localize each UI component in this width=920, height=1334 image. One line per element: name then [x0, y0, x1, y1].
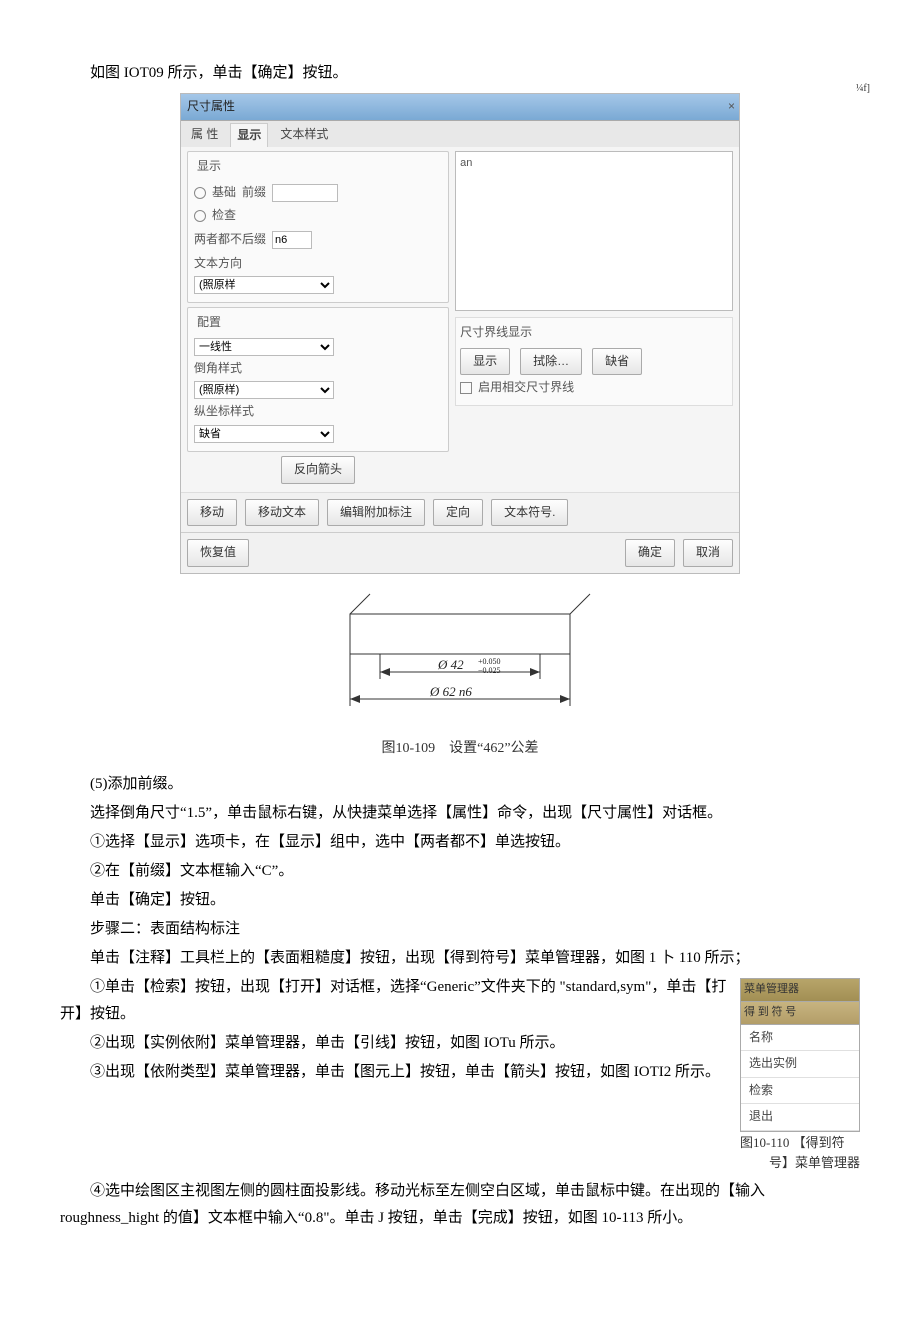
menu-manager: 菜单管理器 得 到 符 号 名称 选出实例 检索 退出	[740, 978, 860, 1132]
p-5: (5)添加前缀。	[60, 771, 860, 798]
radio-basic[interactable]	[194, 187, 206, 199]
close-icon[interactable]: ×	[728, 96, 735, 118]
menu-item-exit[interactable]: 退出	[741, 1104, 859, 1131]
dialog-figure: 尺寸属性 × 属 性 显示 文本样式 显示 基础 前缀	[180, 93, 740, 574]
menu-item-name[interactable]: 名称	[741, 1025, 859, 1052]
text-direction-label: 文本方向	[194, 253, 242, 275]
default-button[interactable]: 缺省	[592, 348, 642, 376]
dim1-value: Ø 42	[437, 657, 464, 672]
chamfer-style-select[interactable]: (照原样)	[194, 381, 334, 399]
radio-check[interactable]	[194, 210, 206, 222]
figure-caption-109: 图10-109 设置“462”公差	[320, 736, 600, 761]
ordinate-style-label: 纵坐标样式	[194, 401, 254, 423]
text-direction-select[interactable]: (照原样	[194, 276, 334, 294]
both-no-suffix-label: 两者都不后缀	[194, 229, 266, 251]
enable-intersect-label: 启用相交尺寸界线	[478, 377, 574, 399]
annotation-text-area[interactable]: an	[455, 151, 733, 311]
reverse-arrow-button[interactable]: 反向箭头	[281, 456, 355, 484]
show-button[interactable]: 显示	[460, 348, 510, 376]
intro-paragraph: 如图 IOT09 所示，单击【确定】按钮。	[60, 60, 860, 87]
radio-basic-label: 基础	[212, 182, 236, 204]
tolerance-drawing-svg: Ø 42 +0.050 −0.025 Ø 62 n6	[320, 584, 600, 724]
menu-item-retrieve[interactable]: 检索	[741, 1078, 859, 1105]
prefix-label: 前缀	[242, 182, 266, 204]
suffix-input[interactable]	[272, 231, 312, 249]
dialog-tabs: 属 性 显示 文本样式	[181, 121, 739, 148]
enable-intersect-checkbox[interactable]	[460, 382, 472, 394]
chamfer-style-label: 倒角样式	[194, 358, 242, 380]
move-text-button[interactable]: 移动文本	[245, 499, 319, 527]
p-5d: 单击【确定】按钮。	[60, 887, 860, 914]
dialog-footer: 移动 移动文本 编辑附加标注 定向 文本符号.	[181, 492, 739, 533]
tab-text-style[interactable]: 文本样式	[274, 123, 334, 148]
dialog-titlebar: 尺寸属性 ×	[181, 94, 739, 121]
tab-display[interactable]: 显示	[230, 123, 268, 148]
p-step2e: ④选中绘图区主视图左侧的圆柱面投影线。移动光标至左侧空白区域，单击鼠标中键。在出…	[60, 1178, 860, 1232]
extension-line-group-title: 尺寸界线显示	[460, 322, 728, 344]
move-button[interactable]: 移动	[187, 499, 237, 527]
erase-button[interactable]: 拭除…	[520, 348, 582, 376]
p-5b: ①选择【显示】选项卡，在【显示】组中，选中【两者都不】单选按钮。	[60, 829, 860, 856]
menu-manager-header: 菜单管理器	[741, 979, 859, 1002]
dialog-title: 尺寸属性	[187, 99, 235, 113]
display-group-title: 显示	[194, 156, 224, 178]
ok-button[interactable]: 确定	[625, 539, 675, 567]
document-page: ¼f] 如图 IOT09 所示，单击【确定】按钮。 尺寸属性 × 属 性 显示 …	[0, 0, 920, 1334]
get-symbol-header: 得 到 符 号	[741, 1002, 859, 1025]
p-5a: 选择倒角尺寸“1.5”，单击鼠标右键，从快捷菜单选择【属性】命令，出现【尺寸属性…	[60, 800, 860, 827]
tolerance-figure: Ø 42 +0.050 −0.025 Ø 62 n6 图10-109 设置“46…	[320, 584, 600, 761]
cancel-button[interactable]: 取消	[683, 539, 733, 567]
text-symbol-button[interactable]: 文本符号.	[491, 499, 568, 527]
annotation-text-content: an	[460, 157, 472, 169]
dialog-right-column: an 尺寸界线显示 显示 拭除… 缺省 启用相交尺寸界线	[455, 151, 733, 485]
dialog-left-column: 显示 基础 前缀 检查 两者都不后缀	[187, 151, 449, 485]
dimension-properties-dialog: 尺寸属性 × 属 性 显示 文本样式 显示 基础 前缀	[180, 93, 740, 574]
radio-check-label: 检查	[212, 205, 236, 227]
restore-button[interactable]: 恢复值	[187, 539, 249, 567]
p-step2: 步骤二：表面结构标注	[60, 916, 860, 943]
get-symbol-menu-figure: 菜单管理器 得 到 符 号 名称 选出实例 检索 退出 图10-110 【得到符…	[740, 978, 860, 1172]
menu-item-pick-instance[interactable]: 选出实例	[741, 1051, 859, 1078]
header-annotation: ¼f]	[856, 80, 870, 98]
dim1-lower-tol: −0.025	[478, 666, 501, 675]
figure-caption-110-line1: 图10-110 【得到符	[740, 1134, 860, 1152]
display-group: 显示 基础 前缀 检查 两者都不后缀	[187, 151, 449, 303]
ordinate-style-select[interactable]: 缺省	[194, 425, 334, 443]
tab-properties[interactable]: 属 性	[185, 123, 224, 148]
edit-attach-button[interactable]: 编辑附加标注	[327, 499, 425, 527]
config-select[interactable]: 一线性	[194, 338, 334, 356]
orient-button[interactable]: 定向	[433, 499, 483, 527]
dim2-value: Ø 62 n6	[429, 684, 472, 699]
prefix-input[interactable]	[272, 184, 338, 202]
dialog-body: 显示 基础 前缀 检查 两者都不后缀	[181, 147, 739, 491]
config-group: 配置 一线性 倒角样式 (照原样) 纵坐标样式 缺省	[187, 307, 449, 452]
config-group-title: 配置	[194, 312, 224, 334]
p-step2a: 单击【注释】工具栏上的【表面粗糙度】按钮，出现【得到符号】菜单管理器，如图 1 …	[60, 945, 860, 972]
figure-caption-110-line2: 号】菜单管理器	[740, 1154, 860, 1172]
dialog-footer-2: 恢复值 确定 取消	[181, 532, 739, 573]
dim1-upper-tol: +0.050	[478, 657, 501, 666]
p-5c: ②在【前缀】文本框输入“C”。	[60, 858, 860, 885]
